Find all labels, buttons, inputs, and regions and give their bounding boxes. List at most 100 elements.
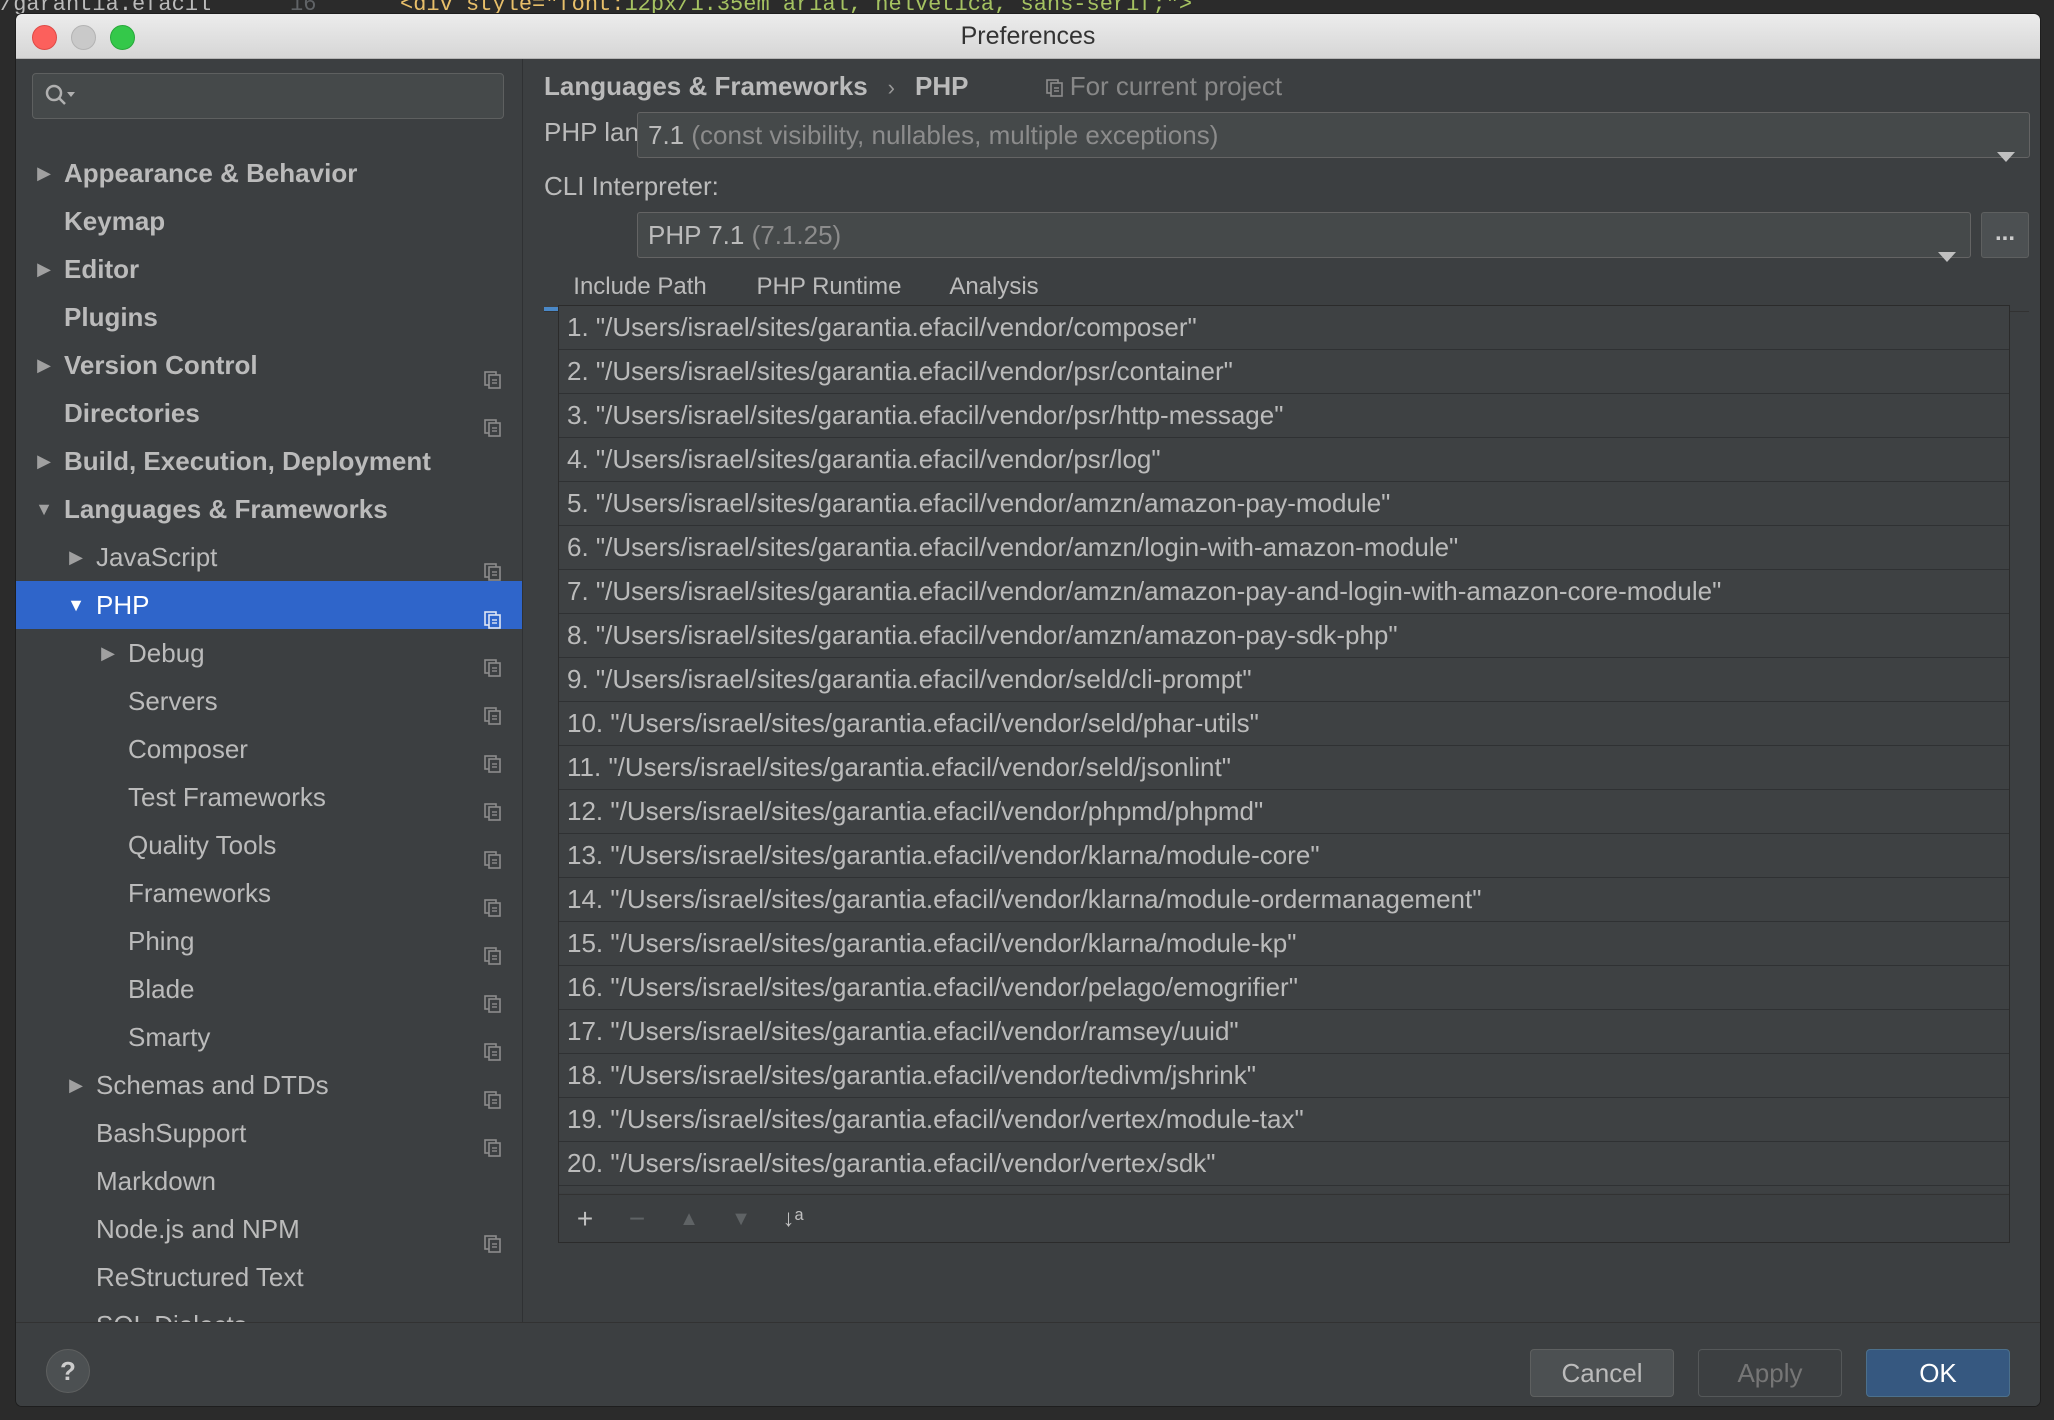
sidebar-item-label: BashSupport xyxy=(96,1118,247,1148)
sidebar-item-schemas-and-dtds[interactable]: ▶ Schemas and DTDs xyxy=(16,1061,522,1109)
php-language-level-value: 7.1 xyxy=(648,120,685,150)
tab-php-runtime[interactable]: PHP Runtime xyxy=(744,255,914,311)
help-button[interactable]: ? xyxy=(46,1349,90,1393)
tab-include-path[interactable]: Include Path xyxy=(544,255,736,311)
include-path-row[interactable]: 19. "/Users/israel/sites/garantia.efacil… xyxy=(559,1098,2009,1142)
include-path-row[interactable]: 6. "/Users/israel/sites/garantia.efacil/… xyxy=(559,526,2009,570)
sidebar-item-label: Plugins xyxy=(64,302,158,332)
sidebar-item-label: Servers xyxy=(128,686,218,716)
collapsed-arrow-icon[interactable]: ▶ xyxy=(66,533,86,581)
browse-interpreters-button[interactable]: ... xyxy=(1981,212,2029,258)
php-language-level-detail: (const visibility, nullables, multiple e… xyxy=(691,120,1219,150)
sidebar-item-quality-tools[interactable]: Quality Tools xyxy=(16,821,522,869)
title-bar[interactable]: Preferences xyxy=(16,14,2040,59)
project-scope-label: For current project xyxy=(1069,71,1283,101)
include-path-row[interactable]: 1. "/Users/israel/sites/garantia.efacil/… xyxy=(559,306,2009,350)
sidebar-item-plugins[interactable]: Plugins xyxy=(16,293,522,341)
include-path-row[interactable]: 11. "/Users/israel/sites/garantia.efacil… xyxy=(559,746,2009,790)
sidebar-item-node-js-and-npm[interactable]: Node.js and NPM xyxy=(16,1205,522,1253)
add-path-button[interactable]: + xyxy=(567,1201,603,1237)
include-path-row[interactable]: 4. "/Users/israel/sites/garantia.efacil/… xyxy=(559,438,2009,482)
sidebar-item-label: Phing xyxy=(128,926,195,956)
sidebar-item-javascript[interactable]: ▶ JavaScript xyxy=(16,533,522,581)
sidebar-item-label: Node.js and NPM xyxy=(96,1214,300,1244)
sidebar-item-build-execution-deployment[interactable]: ▶ Build, Execution, Deployment xyxy=(16,437,522,485)
sidebar-item-label: Blade xyxy=(128,974,195,1004)
sidebar-item-label: ReStructured Text xyxy=(96,1262,304,1292)
include-path-row[interactable]: 5. "/Users/israel/sites/garantia.efacil/… xyxy=(559,482,2009,526)
cli-interpreter-detail: (7.1.25) xyxy=(751,220,842,250)
move-up-button[interactable]: ▲ xyxy=(671,1201,707,1237)
sidebar-item-directories[interactable]: Directories xyxy=(16,389,522,437)
apply-button[interactable]: Apply xyxy=(1698,1349,1842,1397)
include-path-row[interactable]: 12. "/Users/israel/sites/garantia.efacil… xyxy=(559,790,2009,834)
sidebar-item-test-frameworks[interactable]: Test Frameworks xyxy=(16,773,522,821)
move-down-button[interactable]: ▼ xyxy=(723,1201,759,1237)
sidebar-item-label: Markdown xyxy=(96,1166,216,1196)
sidebar-item-smarty[interactable]: Smarty xyxy=(16,1013,522,1061)
sort-paths-button[interactable]: ↓ᵃ xyxy=(775,1201,811,1237)
breadcrumb: Languages & Frameworks › PHP For current p… xyxy=(544,71,1282,104)
include-path-row[interactable]: 10. "/Users/israel/sites/garantia.efacil… xyxy=(559,702,2009,746)
php-language-level-select[interactable]: 7.1 (const visibility, nullables, multip… xyxy=(637,112,2030,162)
remove-path-button[interactable]: − xyxy=(619,1201,655,1237)
settings-search-box[interactable] xyxy=(32,73,504,119)
sidebar-item-servers[interactable]: Servers xyxy=(16,677,522,725)
collapsed-arrow-icon[interactable]: ▶ xyxy=(34,437,54,485)
sidebar-item-keymap[interactable]: Keymap xyxy=(16,197,522,245)
breadcrumb-parent: Languages & Frameworks xyxy=(544,71,868,101)
sidebar-item-restructured-text[interactable]: ReStructured Text xyxy=(16,1253,522,1301)
collapsed-arrow-icon[interactable]: ▶ xyxy=(34,341,54,389)
sidebar-item-editor[interactable]: ▶ Editor xyxy=(16,245,522,293)
sidebar-item-label: Appearance & Behavior xyxy=(64,158,358,188)
include-path-row[interactable]: 13. "/Users/israel/sites/garantia.efacil… xyxy=(559,834,2009,878)
include-path-row[interactable]: 15. "/Users/israel/sites/garantia.efacil… xyxy=(559,922,2009,966)
sidebar-item-blade[interactable]: Blade xyxy=(16,965,522,1013)
search-icon xyxy=(43,82,77,115)
sidebar-item-label: Editor xyxy=(64,254,140,284)
include-path-row[interactable]: 2. "/Users/israel/sites/garantia.efacil/… xyxy=(559,350,2009,394)
sidebar-item-bashsupport[interactable]: BashSupport xyxy=(16,1109,522,1157)
include-path-row[interactable]: 17. "/Users/israel/sites/garantia.efacil… xyxy=(559,1010,2009,1054)
sidebar-item-languages-frameworks[interactable]: ▼ Languages & Frameworks xyxy=(16,485,522,533)
chevron-down-icon xyxy=(1997,131,2015,175)
sidebar-item-frameworks[interactable]: Frameworks xyxy=(16,869,522,917)
settings-search-input[interactable] xyxy=(85,80,499,114)
include-path-list: 1. "/Users/israel/sites/garantia.efacil/… xyxy=(558,305,2010,1243)
include-path-row[interactable]: 7. "/Users/israel/sites/garantia.efacil/… xyxy=(559,570,2009,614)
sidebar-item-composer[interactable]: Composer xyxy=(16,725,522,773)
sidebar-item-markdown[interactable]: Markdown xyxy=(16,1157,522,1205)
sidebar-item-php[interactable]: ▼ PHP xyxy=(16,581,522,629)
collapsed-arrow-icon[interactable]: ▶ xyxy=(98,629,118,677)
include-path-row[interactable]: 16. "/Users/israel/sites/garantia.efacil… xyxy=(559,966,2009,1010)
include-path-row[interactable]: 3. "/Users/israel/sites/garantia.efacil/… xyxy=(559,394,2009,438)
cli-interpreter-select[interactable]: PHP 7.1 (7.1.25) xyxy=(637,212,1971,262)
dialog-button-bar: ? Cancel Apply OK xyxy=(16,1322,2040,1406)
breadcrumb-current: PHP xyxy=(914,71,969,101)
sidebar-item-label: Directories xyxy=(64,398,200,428)
sidebar-item-version-control[interactable]: ▶ Version Control xyxy=(16,341,522,389)
sidebar-item-debug[interactable]: ▶ Debug xyxy=(16,629,522,677)
include-path-row[interactable]: 9. "/Users/israel/sites/garantia.efacil/… xyxy=(559,658,2009,702)
cancel-button[interactable]: Cancel xyxy=(1530,1349,1674,1397)
collapsed-arrow-icon[interactable]: ▶ xyxy=(34,149,54,197)
sidebar-item-appearance-behavior[interactable]: ▶ Appearance & Behavior xyxy=(16,149,522,197)
include-path-row[interactable]: 20. "/Users/israel/sites/garantia.efacil… xyxy=(559,1142,2009,1186)
include-path-scroll[interactable]: 1. "/Users/israel/sites/garantia.efacil/… xyxy=(559,306,2009,1193)
ok-button[interactable]: OK xyxy=(1866,1349,2010,1397)
project-scope-icon xyxy=(1045,73,1064,104)
include-path-row[interactable]: 14. "/Users/israel/sites/garantia.efacil… xyxy=(559,878,2009,922)
sidebar-item-sql-dialects[interactable]: SQL Dialects xyxy=(16,1301,522,1322)
sidebar-item-label: PHP xyxy=(96,590,150,620)
sidebar-item-phing[interactable]: Phing xyxy=(16,917,522,965)
collapsed-arrow-icon[interactable]: ▶ xyxy=(34,245,54,293)
collapsed-arrow-icon[interactable]: ▶ xyxy=(66,1061,86,1109)
include-path-row[interactable]: 21. "/Users/israel/sites/garantia.efacil… xyxy=(559,1186,2009,1193)
preferences-dialog: Preferences ▶ Appearance & Behavior Keymap… xyxy=(16,14,2040,1406)
expanded-arrow-icon[interactable]: ▼ xyxy=(66,581,86,629)
include-path-row[interactable]: 8. "/Users/israel/sites/garantia.efacil/… xyxy=(559,614,2009,658)
tab-analysis[interactable]: Analysis xyxy=(930,255,1058,311)
expanded-arrow-icon[interactable]: ▼ xyxy=(34,485,54,533)
window-title: Preferences xyxy=(960,22,1096,50)
include-path-row[interactable]: 18. "/Users/israel/sites/garantia.efacil… xyxy=(559,1054,2009,1098)
